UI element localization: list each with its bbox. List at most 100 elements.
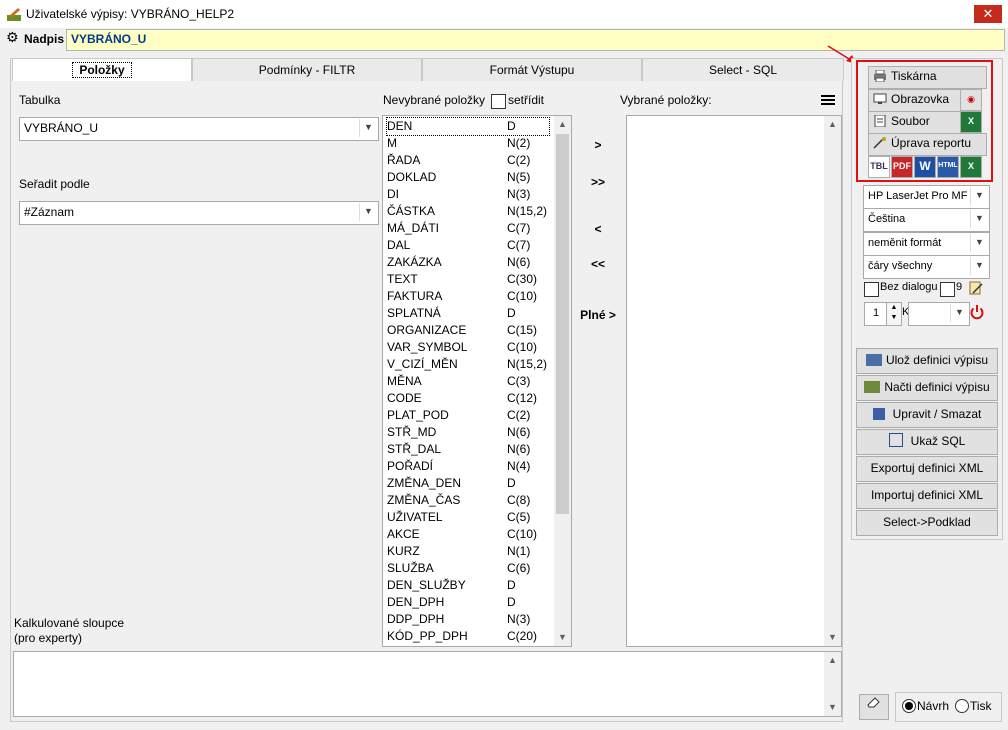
scroll-up-icon[interactable]: ▲ xyxy=(824,652,841,669)
lines-select[interactable]: čáry všechny ▼ xyxy=(863,255,990,279)
power-icon[interactable] xyxy=(969,304,985,320)
select-podklad-button[interactable]: Select->Podklad xyxy=(856,510,998,536)
kalk-textarea[interactable]: ▲ ▼ xyxy=(13,651,842,717)
list-item[interactable]: CODE C(12) xyxy=(387,390,549,407)
copies-input[interactable]: 1 xyxy=(864,302,888,326)
chevron-down-icon[interactable]: ▼ xyxy=(970,187,988,205)
excel-icon[interactable]: X xyxy=(960,111,982,133)
pdf-icon[interactable]: PDF xyxy=(891,156,913,178)
list-item[interactable]: SLUŽBA C(6) xyxy=(387,560,549,577)
obrazovka-button[interactable]: Obrazovka xyxy=(868,89,963,112)
list-item[interactable]: SPLATNÁ D xyxy=(387,305,549,322)
html-icon[interactable]: HTML xyxy=(937,156,959,178)
tab-select-sql[interactable]: Select - SQL xyxy=(642,58,844,81)
full-button[interactable]: Plné > xyxy=(575,308,621,322)
setridit-checkbox[interactable] xyxy=(491,94,506,109)
eraser-button[interactable] xyxy=(859,694,889,720)
list-item[interactable]: VAR_SYMBOL C(10) xyxy=(387,339,549,356)
list-item[interactable]: TEXT C(30) xyxy=(387,271,549,288)
list-item[interactable]: DDP_DPH N(3) xyxy=(387,611,549,628)
word-icon[interactable]: W xyxy=(914,156,936,178)
tabulka-select[interactable]: VYBRÁNO_U ▼ xyxy=(19,117,379,141)
vybrane-scrollbar[interactable]: ▲ ▼ xyxy=(824,116,841,646)
excel-export-icon[interactable]: X xyxy=(960,156,982,178)
list-item[interactable]: MÁ_DÁTI C(7) xyxy=(387,220,549,237)
list-item[interactable]: V_CIZÍ_MĚN N(15,2) xyxy=(387,356,549,373)
edit-page-icon[interactable] xyxy=(968,280,984,296)
list-item[interactable]: DEN D xyxy=(386,117,550,136)
add-all-button[interactable]: >> xyxy=(583,175,613,189)
nevybrane-scrollbar[interactable]: ▲ ▼ xyxy=(554,116,571,646)
scroll-up-icon[interactable]: ▲ xyxy=(554,116,571,133)
format-select[interactable]: neměnit formát ▼ xyxy=(863,232,990,256)
list-item[interactable]: DI N(3) xyxy=(387,186,549,203)
list-item[interactable]: KURZ N(1) xyxy=(387,543,549,560)
show-sql-button[interactable]: Ukaž SQL xyxy=(856,429,998,455)
list-item[interactable]: ŘADA C(2) xyxy=(387,152,549,169)
list-item[interactable]: ZAKÁZKA N(6) xyxy=(387,254,549,271)
list-item[interactable]: DAL C(7) xyxy=(387,237,549,254)
remove-all-button[interactable]: << xyxy=(583,257,613,271)
list-item[interactable]: ZMĚNA_ČAS C(8) xyxy=(387,492,549,509)
soubor-button[interactable]: Soubor xyxy=(868,111,963,134)
list-item[interactable]: UŽIVATEL C(5) xyxy=(387,509,549,526)
remove-one-button[interactable]: < xyxy=(583,222,613,236)
tab-podminky[interactable]: Podmínky - FILTR xyxy=(192,58,422,81)
list-item[interactable]: KÓD_PP_DPH C(20) xyxy=(387,628,549,645)
nine-checkbox[interactable] xyxy=(940,282,955,297)
k-select[interactable]: ▼ xyxy=(908,302,970,326)
scroll-up-icon[interactable]: ▲ xyxy=(824,116,841,133)
list-item[interactable]: FAKTURA C(10) xyxy=(387,288,549,305)
list-item[interactable]: DEN_SLUŽBY D xyxy=(387,577,549,594)
scroll-down-icon[interactable]: ▼ xyxy=(554,629,571,646)
list-item[interactable]: DOKLAD N(5) xyxy=(387,169,549,186)
chevron-down-icon[interactable]: ▼ xyxy=(970,210,988,228)
export-xml-button[interactable]: Exportuj definici XML xyxy=(856,456,998,482)
menu-icon[interactable] xyxy=(821,95,835,106)
list-item[interactable]: PLAT_POD C(2) xyxy=(387,407,549,424)
gear-icon[interactable]: ⚙ xyxy=(6,30,22,46)
list-item[interactable]: MĚNA C(3) xyxy=(387,373,549,390)
list-item-type: D xyxy=(507,578,516,592)
chevron-down-icon[interactable]: ▼ xyxy=(359,119,377,137)
nevybrane-list[interactable]: KÓD_PP_DPH C(20) DDP_DPH N(3) DEN_DPH D DEN_SL… xyxy=(382,115,572,647)
navrh-radio[interactable] xyxy=(902,699,916,713)
tisk-radio[interactable] xyxy=(955,699,969,713)
chevron-down-icon[interactable]: ▼ xyxy=(970,257,988,275)
list-item[interactable]: ZMĚNA_DEN D xyxy=(387,475,549,492)
seradit-select[interactable]: #Záznam ▼ xyxy=(19,201,379,225)
nadpis-input[interactable]: VYBRÁNO_U xyxy=(66,29,1005,51)
list-item[interactable]: ČÁSTKA N(15,2) xyxy=(387,203,549,220)
list-item[interactable]: STŘ_MD N(6) xyxy=(387,424,549,441)
tab-polozky[interactable]: Položky xyxy=(12,58,192,81)
list-item[interactable]: DEN_DPH D xyxy=(387,594,549,611)
edit-delete-button[interactable]: Upravit / Smazat xyxy=(856,402,998,428)
save-definition-button[interactable]: Ulož definici výpisu xyxy=(856,348,998,374)
load-definition-button[interactable]: Načti definici výpisu xyxy=(856,375,998,401)
scroll-thumb[interactable] xyxy=(556,134,569,514)
chevron-down-icon[interactable]: ▼ xyxy=(970,234,988,252)
bez-dialogu-checkbox[interactable] xyxy=(864,282,879,297)
list-item[interactable]: POŘADÍ N(4) xyxy=(387,458,549,475)
uprava-reportu-button[interactable]: Úprava reportu xyxy=(868,133,987,156)
language-select[interactable]: Čeština ▼ xyxy=(863,208,990,232)
printer-select[interactable]: HP LaserJet Pro MFP ▼ xyxy=(863,185,990,209)
tiskarna-button[interactable]: Tiskárna xyxy=(868,66,987,89)
list-item[interactable]: STŘ_DAL N(6) xyxy=(387,441,549,458)
screen-settings-icon[interactable]: ◉ xyxy=(960,89,982,111)
chevron-down-icon[interactable]: ▼ xyxy=(359,203,377,221)
chevron-down-icon[interactable]: ▼ xyxy=(950,304,968,322)
list-item[interactable]: M N(2) xyxy=(387,135,549,152)
import-xml-button[interactable]: Importuj definici XML xyxy=(856,483,998,509)
vybrane-list[interactable]: ▲ ▼ xyxy=(626,115,842,647)
add-one-button[interactable]: > xyxy=(583,138,613,152)
list-item[interactable]: ORGANIZACE C(15) xyxy=(387,322,549,339)
tab-format[interactable]: Formát Výstupu xyxy=(422,58,642,81)
list-item[interactable]: AKCE C(10) xyxy=(387,526,549,543)
scroll-down-icon[interactable]: ▼ xyxy=(824,699,841,716)
copies-spinner[interactable]: ▲ ▼ xyxy=(886,302,902,326)
scroll-down-icon[interactable]: ▼ xyxy=(824,629,841,646)
kalk-scrollbar[interactable]: ▲ ▼ xyxy=(824,652,841,716)
table-format-icon[interactable]: TBL xyxy=(868,156,890,178)
close-button[interactable]: ✕ xyxy=(974,5,1002,23)
